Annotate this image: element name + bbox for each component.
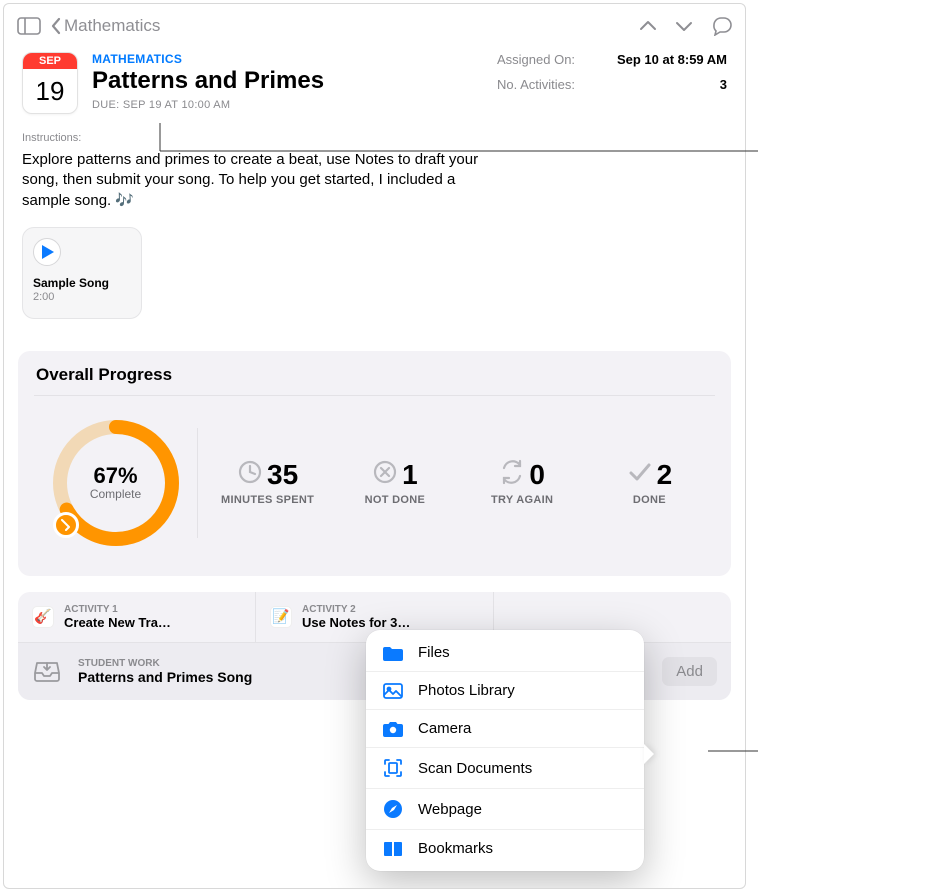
assigned-on-label: Assigned On:: [497, 52, 575, 67]
progress-ring: 67% Complete: [51, 418, 181, 548]
app-window: Mathematics SEP 19 MATHEMATICS Patterns …: [3, 3, 746, 889]
back-label: Mathematics: [64, 16, 160, 36]
toolbar: Mathematics: [4, 4, 745, 48]
bookmark-icon: [382, 841, 404, 857]
check-icon: [627, 459, 653, 490]
subject-label: MATHEMATICS: [92, 52, 483, 66]
overall-progress-panel: Overall Progress 67% Complete: [18, 351, 731, 576]
popover-item-scan[interactable]: Scan Documents: [366, 747, 644, 788]
photo-icon: [382, 683, 404, 699]
stat-done: 2 DONE: [586, 459, 713, 506]
calendar-icon: SEP 19: [22, 52, 78, 114]
stat-minutes-spent: 35 MINUTES SPENT: [204, 459, 331, 506]
comment-icon[interactable]: [711, 16, 733, 36]
play-icon[interactable]: [33, 238, 61, 266]
stat-try-again: 0 TRY AGAIN: [459, 459, 586, 506]
nav-up-icon[interactable]: [639, 20, 657, 32]
chevron-left-icon: [50, 17, 62, 35]
activities-count-label: No. Activities:: [497, 77, 575, 92]
clock-icon: [237, 459, 263, 490]
popover-item-bookmarks[interactable]: Bookmarks: [366, 829, 644, 867]
camera-icon: [382, 721, 404, 737]
add-popover: Files Photos Library Camera Scan Documen…: [366, 630, 644, 871]
instructions-text: Explore patterns and primes to create a …: [4, 150, 524, 211]
progress-percent: 67%: [93, 465, 137, 487]
calendar-day: 19: [23, 69, 77, 113]
scan-icon: [382, 758, 404, 778]
overall-progress-title: Overall Progress: [36, 365, 713, 385]
back-button[interactable]: Mathematics: [50, 16, 160, 36]
progress-complete-label: Complete: [90, 487, 141, 501]
popover-item-files[interactable]: Files: [366, 634, 644, 671]
assignment-header: SEP 19 MATHEMATICS Patterns and Primes D…: [4, 48, 745, 114]
assigned-on-value: Sep 10 at 8:59 AM: [617, 52, 727, 67]
add-button[interactable]: Add: [662, 657, 717, 686]
page-title: Patterns and Primes: [92, 67, 483, 95]
activity-card-1[interactable]: 🎸 ACTIVITY 1 Create New Tra…: [18, 592, 256, 642]
student-work-title: Patterns and Primes Song: [78, 669, 252, 685]
notes-icon: 📝: [270, 606, 292, 628]
calendar-month: SEP: [23, 53, 77, 69]
nav-down-icon[interactable]: [675, 20, 693, 32]
instructions-heading: Instructions:: [4, 114, 745, 150]
retry-icon: [499, 459, 525, 490]
popover-item-photos[interactable]: Photos Library: [366, 671, 644, 709]
folder-icon: [382, 645, 404, 661]
header-meta: Assigned On: Sep 10 at 8:59 AM No. Activ…: [497, 52, 727, 114]
stat-not-done: 1 NOT DONE: [331, 459, 458, 506]
activities-count-value: 3: [720, 77, 727, 92]
inbox-icon: [32, 658, 62, 684]
student-work-overline: STUDENT WORK: [78, 658, 252, 669]
attachment-card[interactable]: Sample Song 2:00: [22, 227, 142, 319]
nav-arrows: [639, 16, 733, 36]
not-done-icon: [372, 459, 398, 490]
garageband-icon: 🎸: [32, 606, 54, 628]
popover-item-camera[interactable]: Camera: [366, 709, 644, 747]
progress-check-badge-icon: [53, 512, 79, 538]
attachment-title: Sample Song: [33, 276, 131, 290]
due-label: DUE: SEP 19 AT 10:00 AM: [92, 99, 483, 111]
attachment-duration: 2:00: [33, 291, 131, 303]
safari-icon: [382, 799, 404, 819]
sidebar-toggle-icon[interactable]: [16, 16, 42, 36]
popover-item-webpage[interactable]: Webpage: [366, 788, 644, 829]
